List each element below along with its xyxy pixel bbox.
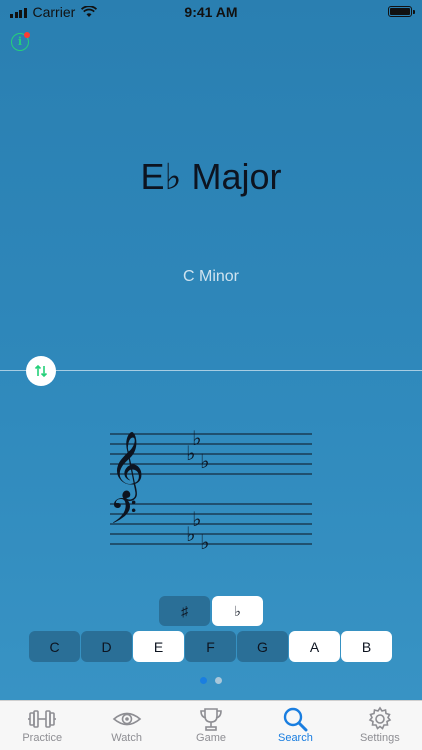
dumbbell-icon bbox=[28, 710, 57, 728]
treble-flat-e: ♭ bbox=[186, 441, 195, 465]
status-bar: Carrier 9:41 AM bbox=[0, 0, 422, 24]
note-button-c[interactable]: C bbox=[29, 631, 80, 662]
note-button-a[interactable]: A bbox=[289, 631, 340, 662]
page-indicator[interactable] bbox=[200, 677, 222, 684]
bass-flat-e: ♭ bbox=[186, 522, 195, 546]
note-button-g[interactable]: G bbox=[237, 631, 288, 662]
treble-flat-a: ♭ bbox=[200, 449, 209, 473]
sharp-toggle-button[interactable]: ♯ bbox=[159, 596, 210, 626]
notification-badge bbox=[24, 32, 30, 38]
key-signature-staff: 𝄞 𝄢 ♭ ♭ ♭ ♭ ♭ ♭ bbox=[110, 426, 312, 554]
tab-label: Search bbox=[277, 732, 313, 744]
bass-flat-a: ♭ bbox=[200, 530, 209, 554]
note-button-f[interactable]: F bbox=[185, 631, 236, 662]
tab-search[interactable]: Search bbox=[253, 701, 337, 750]
swap-arrows-icon bbox=[34, 364, 48, 378]
key-title: E♭ Major bbox=[140, 156, 282, 197]
tab-label: Game bbox=[196, 732, 226, 744]
tab-watch[interactable]: Watch bbox=[84, 701, 168, 750]
relative-key-label: C Minor bbox=[182, 268, 239, 285]
tab-bar: Practice Watch Game Search Settings bbox=[0, 700, 422, 750]
trophy-icon bbox=[200, 708, 222, 731]
battery-icon bbox=[388, 6, 415, 17]
tab-label: Practice bbox=[22, 732, 63, 744]
eye-icon bbox=[112, 712, 141, 726]
flat-toggle-button[interactable]: ♭ bbox=[212, 596, 263, 626]
page-dot-active[interactable] bbox=[200, 677, 207, 684]
note-button-e[interactable]: E bbox=[133, 631, 184, 662]
tab-label: Watch bbox=[111, 732, 142, 744]
search-icon bbox=[284, 707, 308, 732]
tab-settings[interactable]: Settings bbox=[338, 701, 422, 750]
gear-icon bbox=[368, 706, 392, 730]
tab-practice[interactable]: Practice bbox=[0, 701, 84, 750]
bass-staff-lines bbox=[110, 503, 312, 545]
note-button-b[interactable]: B bbox=[341, 631, 392, 662]
status-time: 9:41 AM bbox=[184, 4, 238, 20]
note-button-d[interactable]: D bbox=[81, 631, 132, 662]
bass-clef-icon: 𝄢 bbox=[110, 491, 137, 540]
page-dot[interactable] bbox=[215, 677, 222, 684]
tab-game[interactable]: Game bbox=[169, 701, 253, 750]
tab-label: Settings bbox=[359, 732, 400, 744]
swap-button[interactable] bbox=[26, 356, 56, 386]
divider bbox=[0, 370, 422, 371]
